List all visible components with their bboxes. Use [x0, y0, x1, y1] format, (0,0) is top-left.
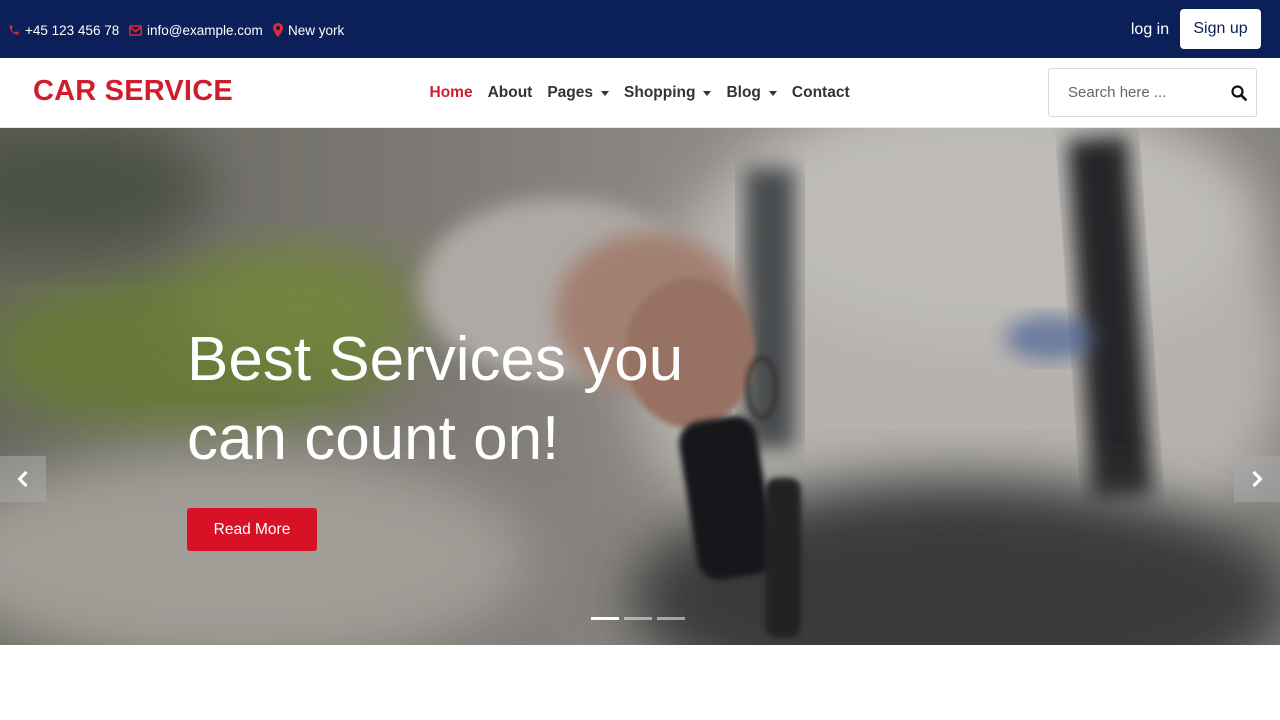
login-link[interactable]: log in: [1124, 19, 1176, 41]
carousel-prev-button[interactable]: [0, 456, 46, 502]
nav-menu: Home About Pages Shopping Blog Contact: [422, 82, 857, 104]
carousel-indicator-1[interactable]: [591, 617, 619, 620]
search-input[interactable]: [1049, 69, 1225, 116]
caret-down-icon: [703, 90, 712, 96]
contact-email-text: info@example.com: [147, 22, 263, 38]
search-box: [1048, 68, 1257, 117]
main-navbar: CAR SERVICE Home About Pages Shopping Bl…: [0, 58, 1280, 128]
top-bar: +45 123 456 78 info@example.com New york…: [0, 0, 1280, 58]
chevron-left-icon: [17, 470, 28, 488]
phone-icon: [9, 25, 19, 35]
carousel-next-button[interactable]: [1234, 456, 1280, 502]
nav-item-label: About: [487, 84, 533, 101]
caret-down-icon: [601, 90, 610, 96]
read-more-button[interactable]: Read More: [187, 508, 317, 551]
contact-location-text: New york: [288, 22, 345, 38]
contact-email[interactable]: info@example.com: [129, 20, 263, 40]
hero-title-line-1: Best Services you: [187, 325, 684, 394]
nav-item-pages[interactable]: Pages: [547, 84, 610, 102]
carousel-indicator-2[interactable]: [624, 617, 652, 620]
chevron-right-icon: [1252, 470, 1263, 488]
hero-title: Best Services you can count on!: [187, 320, 807, 478]
nav-item-label: Contact: [791, 84, 850, 101]
carousel-indicators: [591, 617, 690, 620]
hero-title-line-2: can count on!: [187, 404, 560, 473]
contact-phone-text: +45 123 456 78: [25, 22, 120, 38]
caret-down-icon: [768, 90, 777, 96]
nav-item-about[interactable]: About: [488, 84, 533, 102]
hero-carousel: Best Services you can count on! Read Mor…: [0, 128, 1280, 645]
contact-phone[interactable]: +45 123 456 78: [8, 20, 119, 40]
signup-button[interactable]: Sign up: [1180, 9, 1261, 49]
carousel-indicator-3[interactable]: [657, 617, 685, 620]
nav-item-label: Pages: [547, 84, 594, 101]
brand-logo[interactable]: CAR SERVICE: [33, 75, 233, 108]
search-icon: [1231, 85, 1247, 101]
map-marker-icon: [273, 23, 283, 37]
nav-item-label: Blog: [726, 84, 761, 101]
contact-location[interactable]: New york: [273, 20, 344, 40]
nav-item-label: Home: [429, 84, 473, 101]
nav-item-shopping[interactable]: Shopping: [624, 84, 712, 102]
nav-item-blog[interactable]: Blog: [726, 84, 777, 102]
search-button[interactable]: [1229, 84, 1249, 102]
nav-item-home[interactable]: Home: [430, 84, 473, 102]
envelope-icon: [129, 24, 142, 36]
nav-item-contact[interactable]: Contact: [792, 84, 850, 102]
nav-item-label: Shopping: [624, 84, 696, 101]
